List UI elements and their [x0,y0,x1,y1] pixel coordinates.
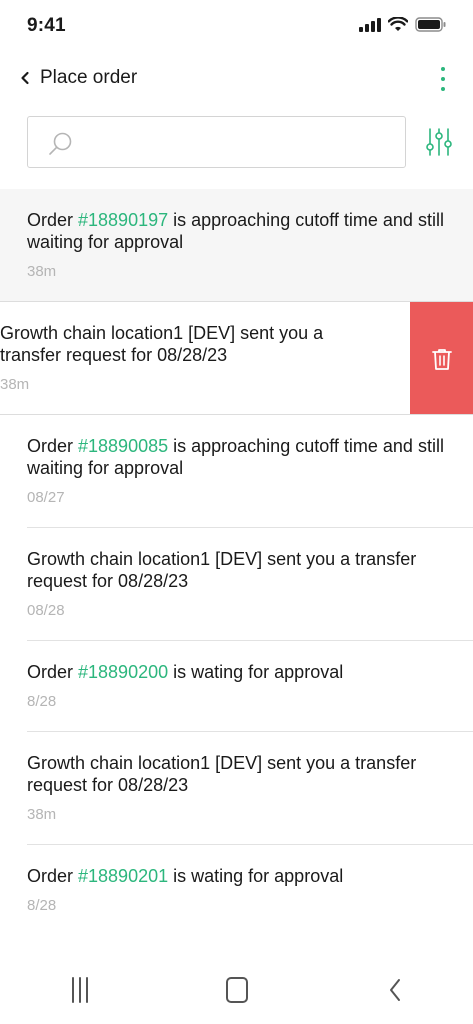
search-input[interactable] [84,129,394,157]
delete-button[interactable] [410,302,473,414]
back-button[interactable]: Place order [20,64,137,92]
notification-message: Order #18890197 is approaching cutoff ti… [27,210,444,252]
order-link[interactable]: #18890200 [78,662,168,682]
battery-icon [415,17,446,32]
notification-time: 8/28 [27,897,57,914]
back-icon [390,979,400,1001]
notification-item[interactable]: Order #18890197 is approaching cutoff ti… [0,189,473,302]
search-box[interactable] [27,116,406,168]
notification-item[interactable]: Order #18890085 is approaching cutoff ti… [0,415,473,528]
header: Place order [0,56,473,100]
notification-message: Growth chain location1 [DEV] sent you a … [27,549,417,591]
status-icons [359,17,447,32]
notification-item-swiped[interactable]: Growth chain location1 [DEV] sent you a … [0,302,473,415]
sliders-icon[interactable] [426,127,452,157]
notification-item[interactable]: Order #18890201 is wating for approval 8… [0,845,473,936]
home-icon [226,977,248,1003]
notification-item[interactable]: Growth chain location1 [DEV] sent you a … [0,528,473,641]
search-row [27,116,452,168]
system-nav-bar [0,952,473,1024]
order-link[interactable]: #18890197 [78,210,168,230]
more-vertical-icon[interactable] [437,66,449,92]
notification-time: 8/28 [27,693,57,710]
notification-message: Growth chain location1 [DEV] sent you a … [27,753,417,795]
order-link[interactable]: #18890201 [78,866,168,886]
notification-time: 38m [27,806,57,823]
recent-apps-button[interactable] [60,970,100,1010]
notification-item[interactable]: Order #18890200 is wating for approval 8… [0,641,473,732]
notification-time: 08/27 [27,489,65,506]
home-button[interactable] [217,970,257,1010]
status-bar: 9:41 [0,0,473,52]
wifi-icon [388,17,408,31]
signal-icon [359,17,381,32]
notification-list: Order #18890197 is approaching cutoff ti… [0,189,473,936]
recent-apps-icon [72,977,88,1003]
order-link[interactable]: #18890085 [78,436,168,456]
chevron-left-icon [21,71,29,85]
status-time: 9:41 [27,15,66,36]
notification-time: 38m [27,263,57,280]
notification-item[interactable]: Growth chain location1 [DEV] sent you a … [0,732,473,845]
notification-message: Order #18890201 is wating for approval [27,866,344,886]
system-back-button[interactable] [375,970,415,1010]
notification-message: Order #18890200 is wating for approval [27,662,344,682]
search-icon [49,132,72,155]
trash-icon [431,348,452,370]
notification-message: Growth chain location1 [DEV] sent you a … [0,323,324,365]
notification-time: 38m [0,376,30,393]
page-title: Place order [40,67,138,88]
notification-content[interactable]: Growth chain location1 [DEV] sent you a … [0,302,410,393]
notification-time: 08/28 [27,602,65,619]
notification-message: Order #18890085 is approaching cutoff ti… [27,436,444,478]
